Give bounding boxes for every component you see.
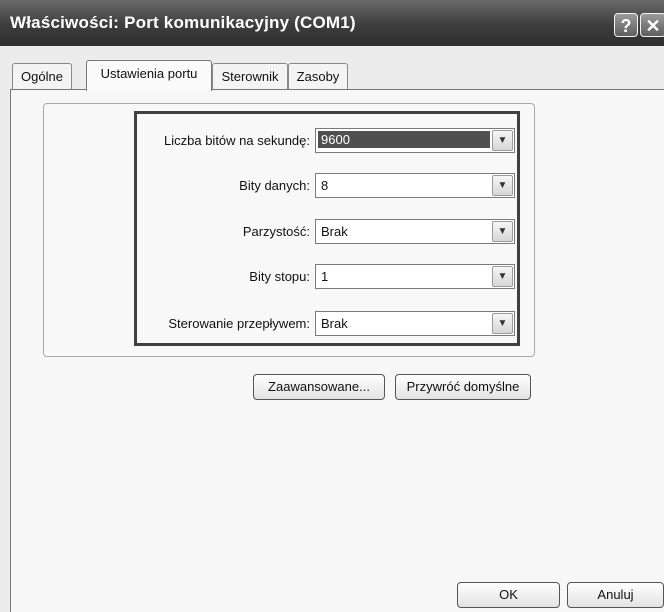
advanced-button[interactable]: Zaawansowane... bbox=[253, 374, 385, 400]
tab-driver[interactable]: Sterownik bbox=[212, 63, 288, 89]
parity-value: Brak bbox=[321, 224, 348, 239]
chevron-down-icon[interactable]: ▼ bbox=[492, 266, 513, 287]
close-button[interactable]: ✕ bbox=[640, 13, 664, 37]
parity-select[interactable]: Brak ▼ bbox=[315, 219, 515, 244]
tab-strip: Ogólne Ustawienia portu Sterownik Zasoby bbox=[0, 60, 664, 91]
stop-bits-value: 1 bbox=[321, 269, 329, 284]
help-icon: ? bbox=[620, 16, 632, 36]
data-bits-label: Bity danych: bbox=[239, 178, 310, 193]
stop-bits-select[interactable]: 1 ▼ bbox=[315, 264, 515, 289]
flow-control-select[interactable]: Brak ▼ bbox=[315, 311, 515, 336]
flow-control-label: Sterowanie przepływem: bbox=[168, 316, 310, 331]
chevron-down-icon[interactable]: ▼ bbox=[492, 130, 513, 151]
restore-defaults-button[interactable]: Przywróć domyślne bbox=[395, 374, 531, 400]
baud-rate-select[interactable]: 9600 ▼ bbox=[315, 128, 515, 153]
data-bits-select[interactable]: 8 ▼ bbox=[315, 173, 515, 198]
chevron-down-icon[interactable]: ▼ bbox=[492, 313, 513, 334]
baud-rate-value: 9600 bbox=[318, 131, 490, 148]
window-title: Właściwości: Port komunikacyjny (COM1) bbox=[10, 13, 356, 32]
cancel-button[interactable]: Anuluj bbox=[567, 582, 664, 608]
flow-control-value: Brak bbox=[321, 316, 348, 331]
properties-dialog: Właściwości: Port komunikacyjny (COM1) ?… bbox=[0, 0, 664, 612]
stop-bits-label: Bity stopu: bbox=[249, 269, 310, 284]
baud-rate-label: Liczba bitów na sekundę: bbox=[164, 133, 310, 148]
help-button[interactable]: ? bbox=[614, 13, 638, 37]
parity-label: Parzystość: bbox=[242, 224, 310, 239]
ok-button[interactable]: OK bbox=[457, 582, 560, 608]
tab-resources[interactable]: Zasoby bbox=[288, 63, 348, 89]
title-bar[interactable]: Właściwości: Port komunikacyjny (COM1) ?… bbox=[0, 0, 664, 46]
tab-port-settings[interactable]: Ustawienia portu bbox=[86, 60, 212, 91]
close-icon: ✕ bbox=[645, 16, 661, 36]
tab-general[interactable]: Ogólne bbox=[12, 63, 72, 89]
chevron-down-icon[interactable]: ▼ bbox=[492, 175, 513, 196]
data-bits-value: 8 bbox=[321, 178, 329, 193]
chevron-down-icon[interactable]: ▼ bbox=[492, 221, 513, 242]
